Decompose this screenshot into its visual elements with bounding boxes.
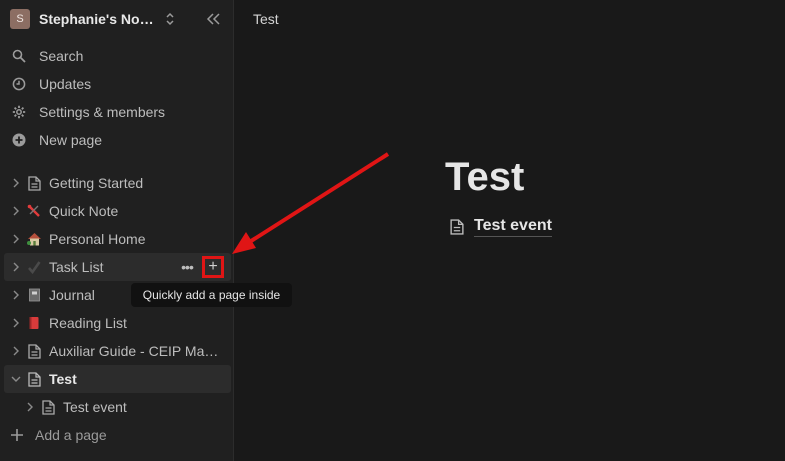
- gear-icon: [11, 104, 27, 120]
- double-chevron-left-icon[interactable]: [202, 8, 224, 30]
- menu-item-new-page[interactable]: New page: [0, 126, 234, 154]
- search-icon: [11, 48, 27, 64]
- menu-item-label: Updates: [39, 76, 92, 92]
- chevron-right-icon[interactable]: [10, 345, 22, 357]
- sidebar-page-personal-home[interactable]: Personal Home: [4, 225, 231, 253]
- sidebar: S Stephanie's Notion Search Updates Sett…: [0, 0, 234, 461]
- page-label: Reading List: [49, 315, 127, 331]
- plus-icon: [9, 427, 25, 443]
- page-icon: [26, 343, 42, 359]
- chevron-right-icon[interactable]: [24, 401, 36, 413]
- add-subpage-button[interactable]: +: [202, 256, 224, 278]
- topbar: Test: [235, 0, 785, 38]
- notebook-emoji-icon: [26, 287, 42, 303]
- chevron-right-icon[interactable]: [10, 177, 22, 189]
- page-icon: [26, 371, 42, 387]
- page-label: Personal Home: [49, 231, 146, 247]
- menu-item-label: Search: [39, 48, 84, 64]
- sidebar-page-task-list[interactable]: Task List ••• +: [4, 253, 231, 281]
- add-page-button[interactable]: Add a page: [0, 421, 234, 449]
- chevron-right-icon[interactable]: [10, 261, 22, 273]
- chevron-up-down-icon[interactable]: [163, 10, 177, 28]
- chevron-right-icon[interactable]: [10, 289, 22, 301]
- clock-icon: [11, 76, 27, 92]
- sidebar-page-test[interactable]: Test: [4, 365, 231, 393]
- sidebar-page-quick-note[interactable]: Quick Note: [4, 197, 231, 225]
- page-title[interactable]: Test: [445, 155, 524, 200]
- menu-item-search[interactable]: Search: [0, 42, 234, 70]
- menu-item-label: Settings & members: [39, 104, 166, 120]
- plus-circle-icon: [11, 132, 27, 148]
- page-icon: [26, 175, 42, 191]
- tooltip: Quickly add a page inside: [131, 283, 292, 307]
- page-label: Auxiliar Guide - CEIP Manuel: [49, 343, 221, 359]
- more-options-button[interactable]: •••: [178, 257, 196, 277]
- breadcrumb[interactable]: Test: [253, 11, 279, 27]
- chevron-right-icon[interactable]: [10, 205, 22, 217]
- workspace-avatar: S: [10, 9, 30, 29]
- menu-item-label: New page: [39, 132, 103, 148]
- page-icon: [40, 399, 56, 415]
- sidebar-page-getting-started[interactable]: Getting Started: [4, 169, 231, 197]
- add-page-label: Add a page: [35, 427, 107, 443]
- sidebar-page-auxiliar-guide[interactable]: Auxiliar Guide - CEIP Manuel: [4, 337, 231, 365]
- page-label: Quick Note: [49, 203, 119, 219]
- row-actions: ••• +: [176, 256, 226, 278]
- sidebar-page-test-event[interactable]: Test event: [4, 393, 231, 421]
- child-page-label: Test event: [474, 217, 552, 237]
- chevron-right-icon[interactable]: [10, 233, 22, 245]
- chevron-right-icon[interactable]: [10, 317, 22, 329]
- sidebar-page-reading-list[interactable]: Reading List: [4, 309, 231, 337]
- checkmark-emoji-icon: [26, 259, 42, 275]
- page-label: Test event: [63, 399, 127, 415]
- menu-item-settings[interactable]: Settings & members: [0, 98, 234, 126]
- page-label: Getting Started: [49, 175, 144, 191]
- chevron-down-icon[interactable]: [10, 373, 22, 385]
- child-page-link[interactable]: Test event: [449, 216, 552, 238]
- red-book-emoji-icon: [26, 315, 42, 331]
- house-emoji-icon: [26, 231, 42, 247]
- menu-item-updates[interactable]: Updates: [0, 70, 234, 98]
- workspace-switcher[interactable]: S Stephanie's Notion: [10, 8, 224, 30]
- pushpin-emoji-icon: [26, 203, 42, 219]
- page-label: Test: [49, 371, 77, 387]
- page-icon: [449, 219, 465, 235]
- workspace-name: Stephanie's Notion: [39, 11, 157, 27]
